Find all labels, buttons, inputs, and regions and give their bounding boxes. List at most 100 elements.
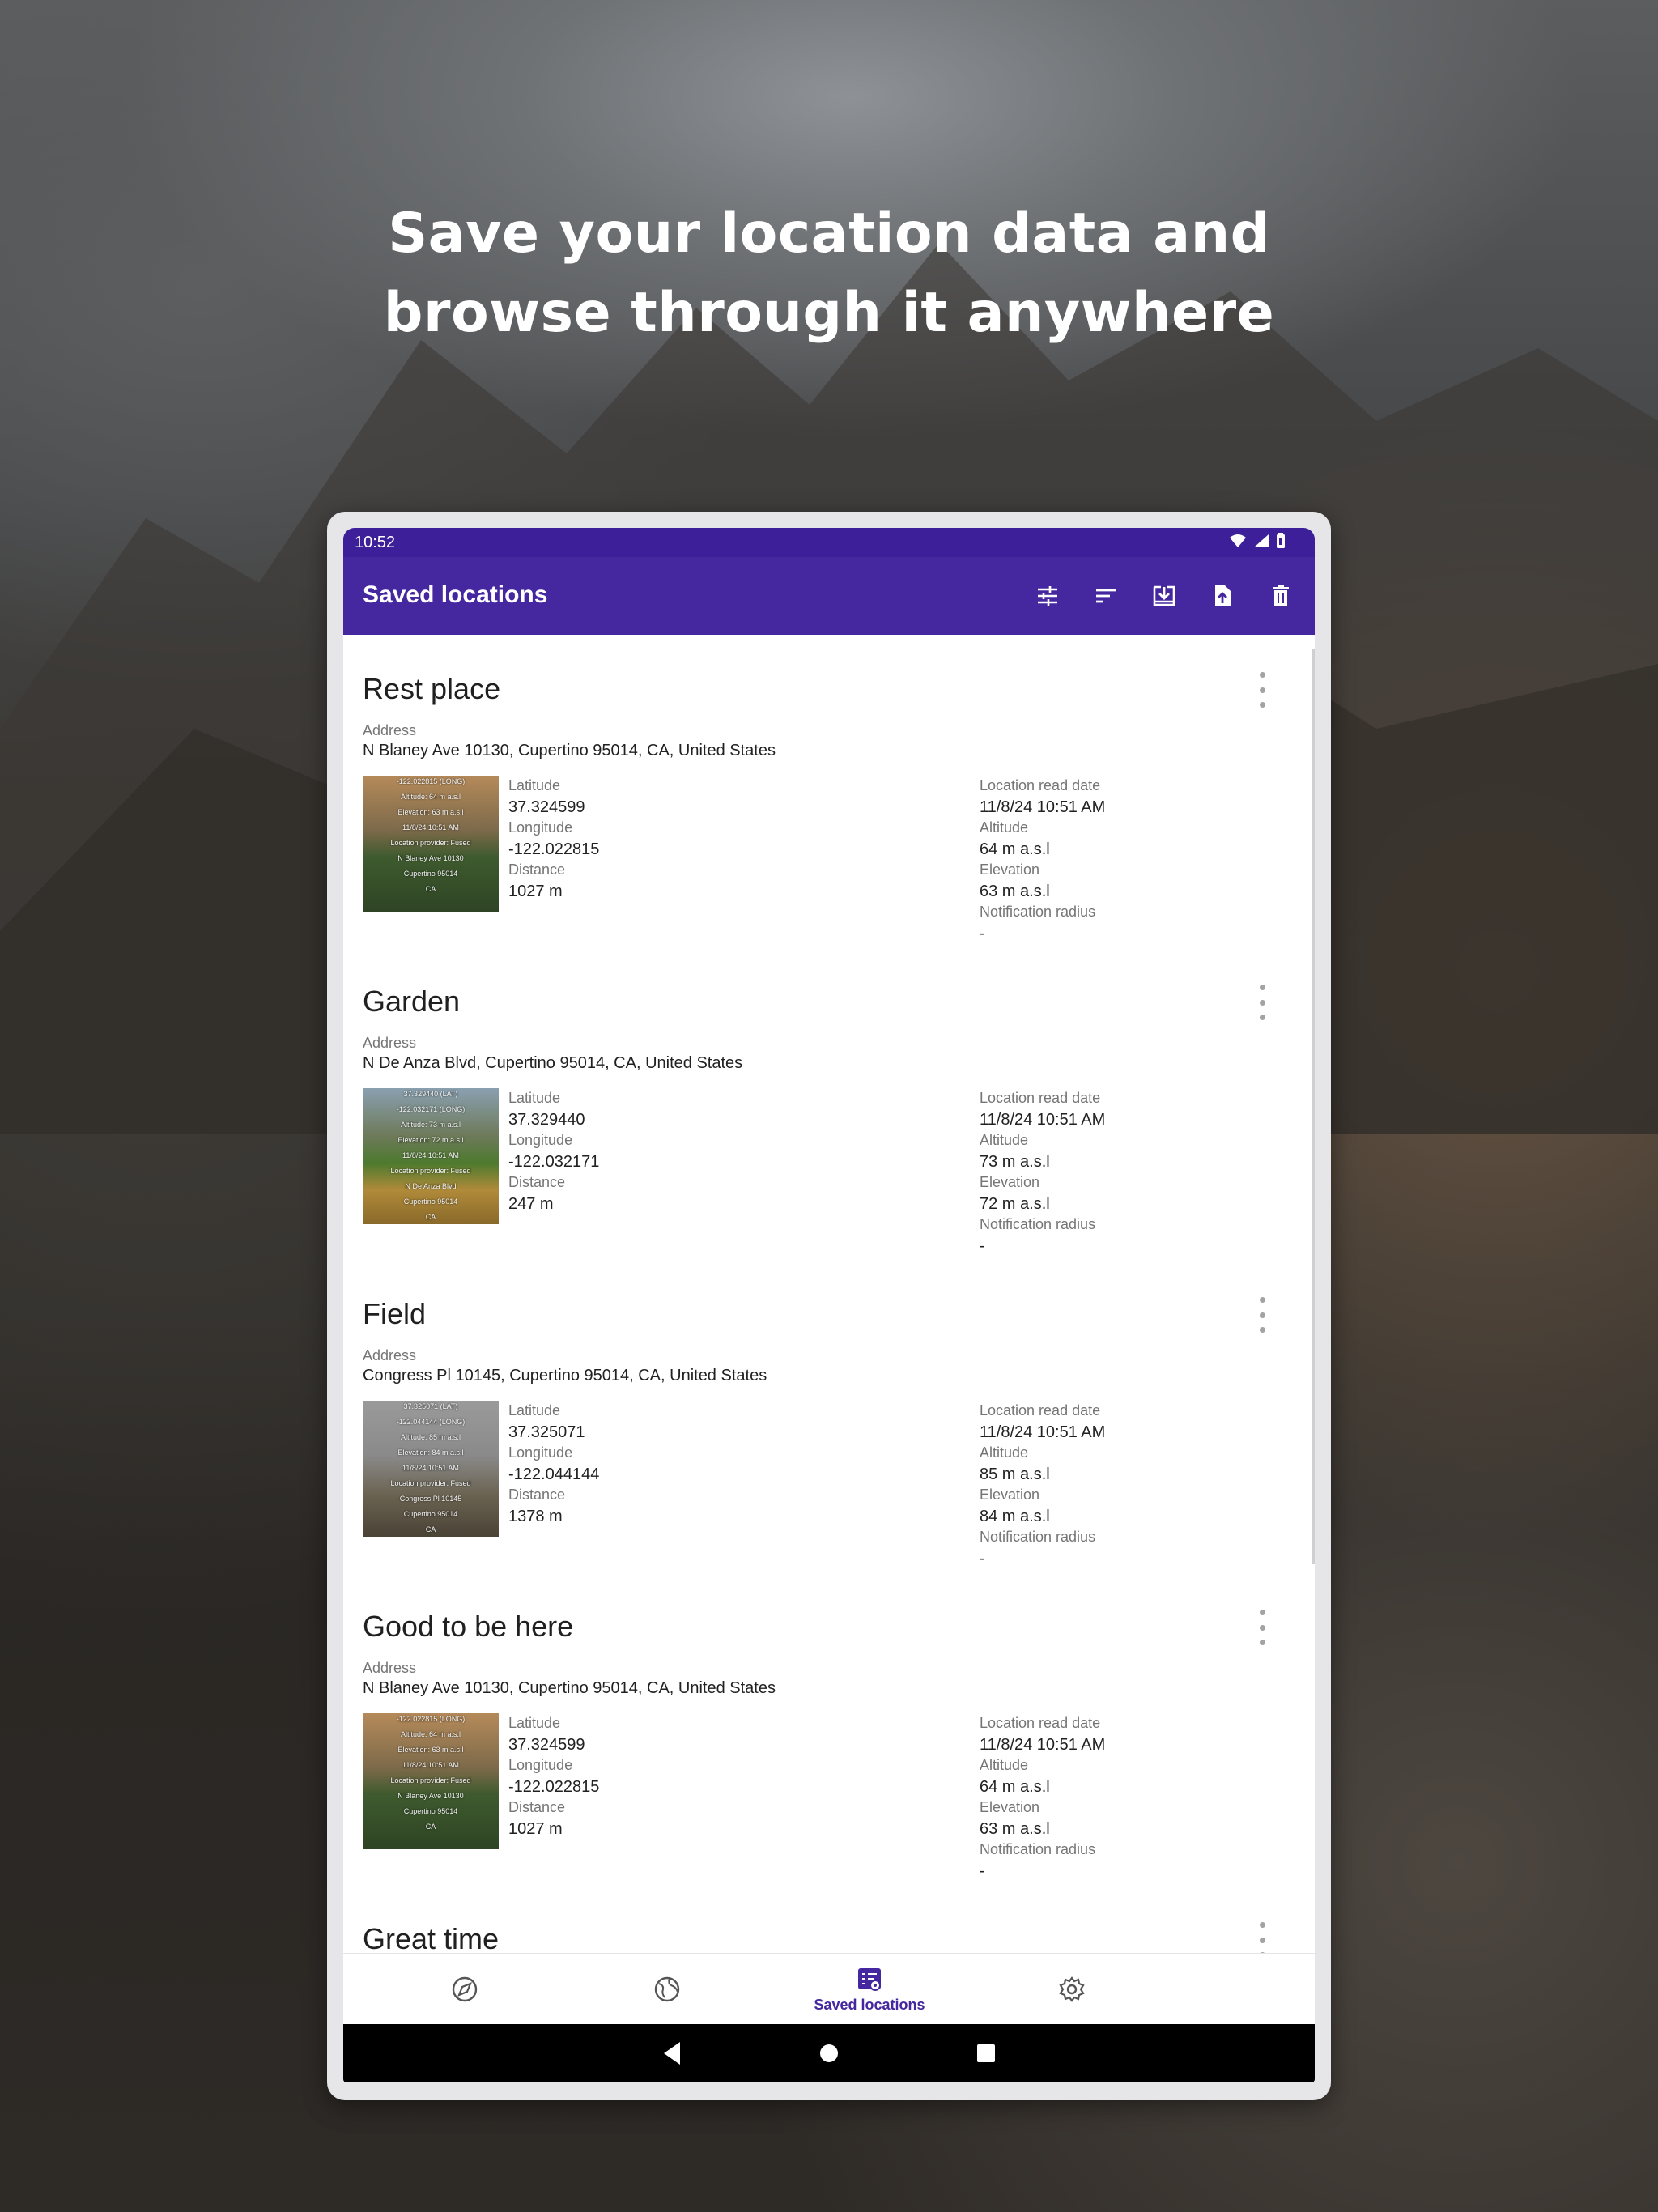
coordinates-column: Latitude 37.325071 Longitude -122.044144 Dis… (508, 1401, 599, 1527)
photo-overlay-text: Location provider: Fused (390, 1167, 471, 1175)
photo-overlay-text: 11/8/24 10:51 AM (402, 1761, 459, 1769)
location-name: Field (363, 1297, 427, 1330)
address-label: Address (363, 722, 417, 738)
more-options-button[interactable] (1250, 1297, 1274, 1333)
back-icon[interactable] (661, 2039, 683, 2068)
photo-overlay-text: -122.022815 (LONG) (396, 777, 466, 785)
list-scrollbar[interactable] (1312, 649, 1315, 1564)
details-column: Location read date 11/8/24 10:51 AM Altitu… (980, 1713, 1105, 1882)
photo-overlay-text: N Blaney Ave 10130 (397, 1792, 464, 1800)
altitude-value: 85 m a.s.l (980, 1465, 1050, 1483)
latitude-label: Latitude (508, 777, 561, 793)
location-name: Good to be here (363, 1610, 574, 1643)
read-date-value: 11/8/24 10:51 AM (980, 1736, 1106, 1754)
saved-locations-icon (858, 1967, 881, 1991)
status-bar: 10:52 (343, 528, 1315, 557)
location-photo[interactable]: -122.022815 (LONG) Altitude: 64 m a.s.l El… (363, 776, 499, 912)
elevation-label: Elevation (980, 861, 1040, 878)
photo-overlay-text: N De Anza Blvd (405, 1182, 457, 1190)
photo-overlay-text: Altitude: 85 m a.s.l (400, 1433, 461, 1441)
notification-radius-value: - (980, 1862, 985, 1880)
longitude-value: -122.044144 (508, 1465, 600, 1483)
delete-icon (1273, 585, 1289, 606)
location-photo[interactable]: 37.325071 (LAT) -122.044144 (LONG) Altitud… (363, 1401, 499, 1537)
location-name: Rest place (363, 672, 501, 705)
photo-overlay-text: Cupertino 95014 (403, 1807, 458, 1815)
photo-overlay-text: -122.032171 (LONG) (396, 1105, 466, 1113)
notification-radius-value: - (980, 1237, 985, 1255)
address-label: Address (363, 1347, 417, 1363)
altitude-label: Altitude (980, 1132, 1029, 1148)
notification-radius-label: Notification radius (980, 1841, 1096, 1857)
headline-line-1: Save your location data and (388, 202, 1270, 266)
globe-icon (654, 1976, 680, 2002)
photo-overlay-text: Elevation: 63 m a.s.l (397, 1746, 464, 1754)
location-card[interactable]: Good to be here Address N Blaney Ave 10130… (343, 1579, 1315, 1893)
distance-value: 1027 m (508, 1820, 563, 1838)
import-button[interactable] (1146, 578, 1182, 614)
location-photo[interactable]: -122.022815 (LONG) Altitude: 64 m a.s.l El… (363, 1713, 499, 1849)
recents-icon[interactable] (976, 2039, 997, 2068)
coordinates-column: Latitude 37.324599 Longitude -122.022815 Dis… (508, 1713, 599, 1840)
details-column: Location read date 11/8/24 10:51 AM Altitu… (980, 1088, 1105, 1257)
nav-item-settings[interactable] (950, 1954, 1193, 2025)
notification-radius-value: - (980, 1550, 985, 1568)
location-card[interactable]: Great time (343, 1891, 1315, 1953)
location-card[interactable]: Garden Address N De Anza Blvd, Cupertino 9… (343, 954, 1315, 1268)
tablet-frame: 10:52 Saved locations Rest place Address… (327, 512, 1331, 2100)
location-photo[interactable]: 37.329440 (LAT) -122.032171 (LONG) Altitud… (363, 1088, 499, 1224)
distance-label: Distance (508, 1487, 566, 1503)
photo-overlay-text: CA (425, 1525, 436, 1534)
more-options-button[interactable] (1250, 985, 1274, 1020)
notification-radius-label: Notification radius (980, 1529, 1096, 1545)
elevation-value: 84 m a.s.l (980, 1508, 1050, 1525)
elevation-value: 63 m a.s.l (980, 1820, 1050, 1838)
more-options-button[interactable] (1250, 1922, 1274, 1953)
more-options-button[interactable] (1250, 1610, 1274, 1645)
read-date-label: Location read date (980, 1402, 1101, 1419)
longitude-label: Longitude (508, 1444, 573, 1461)
read-date-label: Location read date (980, 777, 1101, 793)
photo-overlay-text: Location provider: Fused (390, 1479, 471, 1487)
coordinates-column: Latitude 37.329440 Longitude -122.032171 Dis… (508, 1088, 599, 1214)
photo-overlay-text: CA (425, 1213, 436, 1221)
address-value: N De Anza Blvd, Cupertino 95014, CA, Uni… (363, 1054, 743, 1072)
sort-button[interactable] (1088, 578, 1124, 614)
read-date-label: Location read date (980, 1715, 1101, 1731)
photo-overlay-text: -122.044144 (LONG) (396, 1418, 466, 1426)
elevation-label: Elevation (980, 1799, 1040, 1815)
longitude-label: Longitude (508, 819, 573, 836)
saved-locations-list[interactable]: Rest place Address N Blaney Ave 10130, Cup… (343, 641, 1315, 1953)
location-card[interactable]: Rest place Address N Blaney Ave 10130, Cup… (343, 641, 1315, 955)
filter-icon (1038, 586, 1057, 606)
more-options-button[interactable] (1250, 672, 1274, 708)
app-bar-actions (1030, 578, 1299, 614)
tablet-screen: 10:52 Saved locations Rest place Address… (343, 528, 1315, 2082)
latitude-value: 37.324599 (508, 1736, 585, 1754)
distance-value: 1027 m (508, 883, 563, 900)
export-button[interactable] (1205, 578, 1240, 614)
home-icon[interactable] (817, 2039, 841, 2068)
nav-label-saved-locations: Saved locations (814, 1996, 925, 2013)
photo-overlay-text: Altitude: 64 m a.s.l (400, 793, 461, 801)
altitude-label: Altitude (980, 1444, 1029, 1461)
location-card[interactable]: Field Address Congress Pl 10145, Cupertino… (343, 1266, 1315, 1580)
latitude-label: Latitude (508, 1715, 561, 1731)
photo-overlay-text: Altitude: 64 m a.s.l (400, 1730, 461, 1738)
altitude-value: 64 m a.s.l (980, 840, 1050, 858)
read-date-label: Location read date (980, 1090, 1101, 1106)
notification-radius-label: Notification radius (980, 904, 1096, 920)
filter-button[interactable] (1030, 578, 1065, 614)
wifi-icon (1230, 534, 1246, 547)
photo-overlay-text: Elevation: 63 m a.s.l (397, 808, 464, 816)
cellular-signal-icon (1254, 534, 1269, 547)
headline-line-2: browse through it anywhere (383, 281, 1275, 345)
photo-overlay-text: Elevation: 84 m a.s.l (397, 1448, 464, 1457)
bottom-navigation: Saved locations (343, 1953, 1315, 2025)
distance-label: Distance (508, 861, 566, 878)
photo-overlay-text: Location provider: Fused (390, 1776, 471, 1784)
top-app-bar: Saved locations (343, 557, 1315, 635)
delete-button[interactable] (1263, 578, 1299, 614)
longitude-value: -122.032171 (508, 1153, 600, 1171)
distance-value: 1378 m (508, 1508, 563, 1525)
